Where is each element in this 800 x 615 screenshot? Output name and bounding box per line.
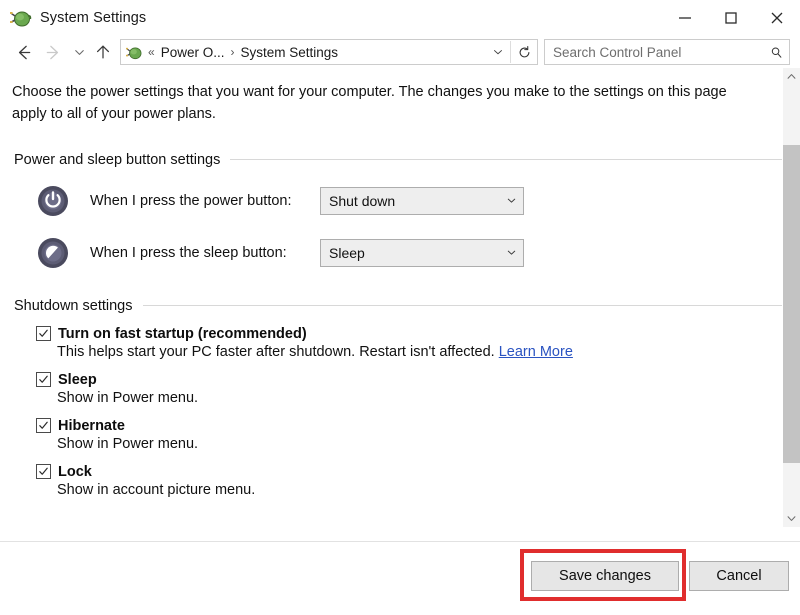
maximize-icon[interactable] [708,0,754,36]
power-plug-icon [126,44,143,61]
group-divider [143,305,783,306]
title-bar: System Settings [0,0,800,36]
breadcrumb-separator-icon: › [230,45,234,59]
recent-locations-icon[interactable] [68,39,90,65]
checkbox-label: Sleep [58,372,97,388]
learn-more-link[interactable]: Learn More [499,344,573,360]
setting-label-sleep-button: When I press the sleep button: [90,245,320,261]
checkbox-lock[interactable] [36,464,51,479]
search-input[interactable] [545,45,763,60]
navigation-bar: « Power O... › System Settings [0,36,800,68]
setting-row-sleep-button: When I press the sleep button: Sleep [34,234,800,272]
scrollbar-track[interactable] [783,85,800,510]
group-divider [230,159,782,160]
description-text: This helps start your PC faster after sh… [57,344,495,360]
group-label: Power and sleep button settings [14,152,220,168]
breadcrumb-item-system-settings[interactable]: System Settings [240,45,338,60]
check-item-sleep: Sleep Show in Power menu. [36,372,800,406]
breadcrumb-overflow[interactable]: « [148,45,155,59]
settings-content: Choose the power settings that you want … [0,68,800,541]
select-value: Shut down [321,193,395,209]
checkbox-description: Show in account picture menu. [57,482,800,498]
back-arrow-icon[interactable] [8,39,38,65]
chevron-down-icon[interactable] [486,41,510,63]
checkbox-sleep[interactable] [36,372,51,387]
sleep-button-action-select[interactable]: Sleep [320,239,524,267]
checkbox-fast-startup[interactable] [36,326,51,341]
group-header-power-sleep: Power and sleep button settings [14,152,782,168]
forward-arrow-icon [38,39,68,65]
power-button-action-select[interactable]: Shut down [320,187,524,215]
checkbox-row[interactable]: Hibernate [36,418,800,434]
checkbox-label: Hibernate [58,418,125,434]
scroll-down-icon[interactable] [783,510,800,527]
scroll-up-icon[interactable] [783,68,800,85]
up-arrow-icon[interactable] [90,39,116,65]
checkbox-row[interactable]: Lock [36,464,800,480]
close-icon[interactable] [754,0,800,36]
search-icon[interactable] [763,45,789,60]
chevron-down-icon [499,246,523,259]
sleep-button-icon [34,234,72,272]
check-item-hibernate: Hibernate Show in Power menu. [36,418,800,452]
setting-label-power-button: When I press the power button: [90,193,320,209]
power-button-icon [34,182,72,220]
search-box[interactable] [544,39,790,65]
page-description: Choose the power settings that you want … [12,82,760,126]
group-label: Shutdown settings [14,298,133,314]
checkbox-description: This helps start your PC faster after sh… [57,344,800,360]
chevron-down-icon [499,194,523,207]
dialog-footer [0,541,800,615]
cancel-button[interactable]: Cancel [689,561,789,591]
window-title: System Settings [40,10,146,26]
address-bar[interactable]: « Power O... › System Settings [120,39,538,65]
breadcrumb: « Power O... › System Settings [148,45,486,60]
check-item-lock: Lock Show in account picture menu. [36,464,800,498]
group-header-shutdown: Shutdown settings [14,298,782,314]
checkbox-row[interactable]: Turn on fast startup (recommended) [36,326,800,342]
checkbox-row[interactable]: Sleep [36,372,800,388]
save-changes-button[interactable]: Save changes [531,561,679,591]
scrollbar-thumb[interactable] [783,145,800,463]
breadcrumb-item-power-options[interactable]: Power O... [161,45,225,60]
refresh-icon[interactable] [510,41,537,63]
window-controls [662,0,800,36]
select-value: Sleep [321,245,365,261]
check-item-fast-startup: Turn on fast startup (recommended) This … [36,326,800,360]
checkbox-label: Turn on fast startup (recommended) [58,326,307,342]
checkbox-description: Show in Power menu. [57,390,800,406]
setting-row-power-button: When I press the power button: Shut down [34,182,800,220]
checkbox-hibernate[interactable] [36,418,51,433]
checkbox-description: Show in Power menu. [57,436,800,452]
vertical-scrollbar[interactable] [783,68,800,527]
checkbox-label: Lock [58,464,92,480]
power-plug-icon [10,7,32,29]
minimize-icon[interactable] [662,0,708,36]
